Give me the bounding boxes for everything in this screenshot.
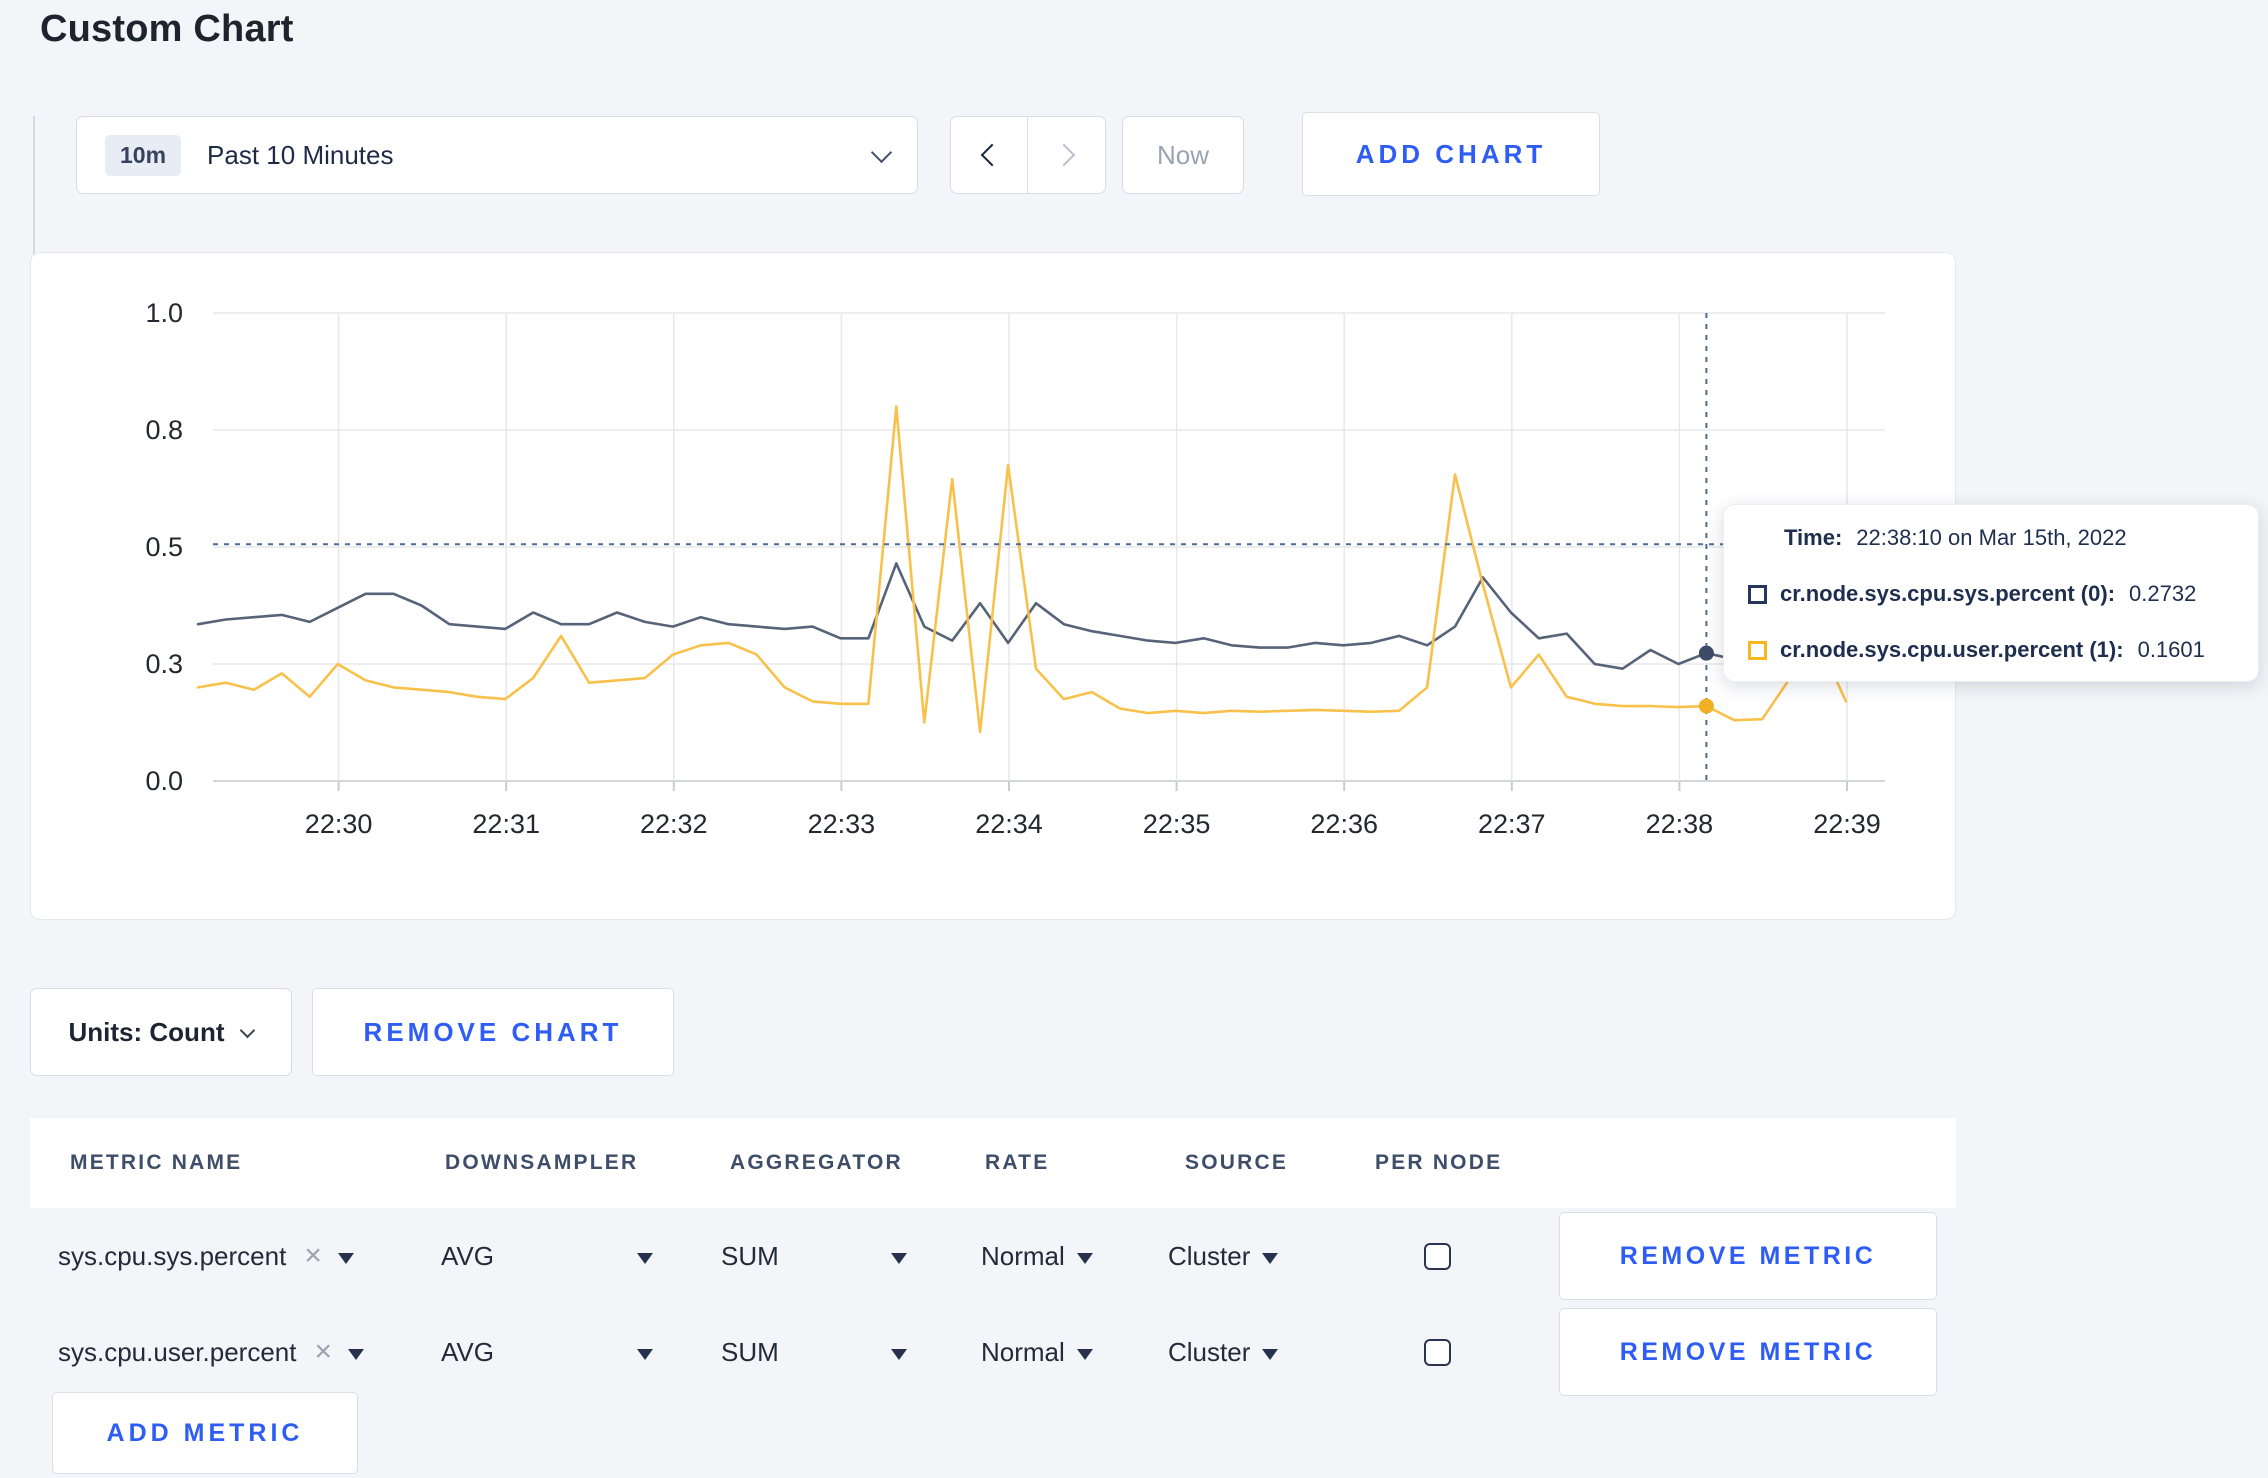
dropdown-arrow-icon — [637, 1348, 653, 1360]
svg-text:22:39: 22:39 — [1813, 809, 1881, 839]
downsampler-value: AVG — [441, 1336, 494, 1367]
svg-text:22:35: 22:35 — [1143, 809, 1211, 839]
time-window-label: Past 10 Minutes — [207, 139, 394, 170]
dropdown-arrow-icon — [1076, 1348, 1093, 1360]
chart-card: 0.0 0.3 0.5 0.8 1.0 22:30 22:31 22:32 22:33 22:34… — [30, 252, 1956, 920]
metric-name-select[interactable]: sys.cpu.sys.percent × — [58, 1208, 354, 1304]
col-header-aggregator: AGGREGATOR — [730, 1151, 903, 1174]
aggregator-value: SUM — [721, 1240, 779, 1271]
svg-text:0.0: 0.0 — [145, 766, 183, 796]
add-metric-button[interactable]: ADD METRIC — [52, 1392, 358, 1474]
dropdown-arrow-icon — [891, 1348, 907, 1360]
rate-value: Normal — [981, 1240, 1065, 1271]
aggregator-select[interactable]: SUM — [721, 1304, 907, 1400]
clear-metric-icon[interactable]: × — [304, 1239, 322, 1273]
chevron-down-icon — [240, 1022, 256, 1038]
metric-name-select[interactable]: sys.cpu.user.percent × — [58, 1304, 364, 1400]
tooltip-time-label: Time: — [1784, 525, 1843, 550]
rate-value: Normal — [981, 1336, 1065, 1367]
chevron-left-icon — [980, 143, 1004, 167]
downsampler-select[interactable]: AVG — [441, 1304, 653, 1400]
svg-text:22:32: 22:32 — [640, 809, 708, 839]
page-title: Custom Chart — [40, 8, 294, 50]
add-chart-button[interactable]: ADD CHART — [1302, 112, 1600, 196]
section-left-rule — [33, 116, 35, 262]
dropdown-arrow-icon — [1262, 1348, 1279, 1360]
time-window-badge: 10m — [105, 134, 182, 176]
prev-time-button[interactable] — [951, 117, 1028, 193]
clear-metric-icon[interactable]: × — [314, 1335, 332, 1369]
downsampler-value: AVG — [441, 1240, 494, 1271]
rate-select[interactable]: Normal — [981, 1208, 1093, 1304]
tooltip-series-row: cr.node.sys.cpu.sys.percent (0): 0.2732 — [1748, 581, 2234, 607]
aggregator-select[interactable]: SUM — [721, 1208, 907, 1304]
dropdown-arrow-icon — [1076, 1252, 1093, 1264]
metric-row: sys.cpu.sys.percent × AVG SUM Normal Cluster R… — [0, 1208, 2268, 1304]
tooltip-series-value: 0.1601 — [2137, 637, 2205, 662]
rate-select[interactable]: Normal — [981, 1304, 1093, 1400]
svg-text:22:37: 22:37 — [1478, 809, 1546, 839]
next-time-button[interactable] — [1028, 117, 1105, 193]
col-header-metric-name: METRIC NAME — [70, 1151, 243, 1174]
svg-text:1.0: 1.0 — [145, 298, 183, 328]
tooltip-series-value: 0.2732 — [2129, 581, 2197, 606]
per-node-cell — [1424, 1304, 1451, 1400]
source-value: Cluster — [1168, 1336, 1251, 1367]
col-header-per-node: PER NODE — [1375, 1151, 1503, 1174]
aggregator-value: SUM — [721, 1336, 779, 1367]
dropdown-arrow-icon — [637, 1252, 653, 1264]
metrics-table-header: METRIC NAME DOWNSAMPLER AGGREGATOR RATE … — [30, 1118, 1956, 1208]
per-node-cell — [1424, 1208, 1451, 1304]
svg-text:22:31: 22:31 — [472, 809, 540, 839]
custom-chart-page: Custom Chart 10m Past 10 Minutes Now ADD… — [0, 0, 2268, 1478]
svg-text:0.3: 0.3 — [145, 649, 183, 679]
col-header-source: SOURCE — [1185, 1151, 1289, 1174]
svg-text:22:38: 22:38 — [1646, 809, 1714, 839]
now-button[interactable]: Now — [1122, 116, 1244, 194]
units-label: Units: Count — [68, 1016, 225, 1047]
chart-svg[interactable]: 0.0 0.3 0.5 0.8 1.0 22:30 22:31 22:32 22:33 22:34… — [31, 253, 1957, 921]
chevron-right-icon — [1052, 143, 1075, 167]
series-sys-swatch-icon — [1748, 584, 1767, 604]
per-node-checkbox[interactable] — [1424, 1338, 1451, 1366]
series-user-swatch-icon — [1748, 640, 1767, 660]
source-select[interactable]: Cluster — [1168, 1208, 1279, 1304]
dropdown-arrow-icon — [1262, 1252, 1279, 1264]
tooltip-time-row: Time: 22:38:10 on Mar 15th, 2022 — [1784, 525, 2234, 551]
dropdown-arrow-icon — [348, 1348, 364, 1360]
downsampler-select[interactable]: AVG — [441, 1208, 653, 1304]
dropdown-arrow-icon — [891, 1252, 907, 1264]
chevron-down-icon — [870, 141, 893, 163]
svg-text:22:34: 22:34 — [975, 809, 1043, 839]
chart-tooltip: Time: 22:38:10 on Mar 15th, 2022 cr.node… — [1723, 504, 2259, 682]
svg-text:0.5: 0.5 — [145, 532, 183, 562]
tooltip-series-label: cr.node.sys.cpu.user.percent (1): — [1780, 637, 2124, 662]
metric-name-value: sys.cpu.sys.percent — [58, 1240, 287, 1271]
remove-chart-button[interactable]: REMOVE CHART — [312, 988, 674, 1076]
metric-row: sys.cpu.user.percent × AVG SUM Normal Cluster… — [0, 1304, 2268, 1400]
remove-metric-button[interactable]: REMOVE METRIC — [1559, 1212, 1937, 1300]
col-header-rate: RATE — [985, 1151, 1050, 1174]
dropdown-arrow-icon — [337, 1252, 354, 1264]
tooltip-series-row: cr.node.sys.cpu.user.percent (1): 0.1601 — [1748, 637, 2234, 663]
svg-text:22:36: 22:36 — [1310, 809, 1378, 839]
source-select[interactable]: Cluster — [1168, 1304, 1279, 1400]
col-header-downsampler: DOWNSAMPLER — [445, 1151, 639, 1174]
time-window-dropdown[interactable]: 10m Past 10 Minutes — [76, 116, 918, 194]
per-node-checkbox[interactable] — [1424, 1242, 1451, 1270]
source-value: Cluster — [1168, 1240, 1251, 1271]
units-dropdown[interactable]: Units: Count — [30, 988, 292, 1076]
tooltip-time-value: 22:38:10 on Mar 15th, 2022 — [1856, 525, 2127, 550]
tooltip-series-label: cr.node.sys.cpu.sys.percent (0): — [1780, 581, 2116, 606]
remove-metric-button[interactable]: REMOVE METRIC — [1559, 1308, 1937, 1396]
metric-name-value: sys.cpu.user.percent — [58, 1336, 297, 1367]
time-pager — [950, 116, 1106, 194]
svg-text:22:33: 22:33 — [808, 809, 876, 839]
svg-text:22:30: 22:30 — [305, 809, 373, 839]
svg-text:0.8: 0.8 — [145, 415, 183, 445]
